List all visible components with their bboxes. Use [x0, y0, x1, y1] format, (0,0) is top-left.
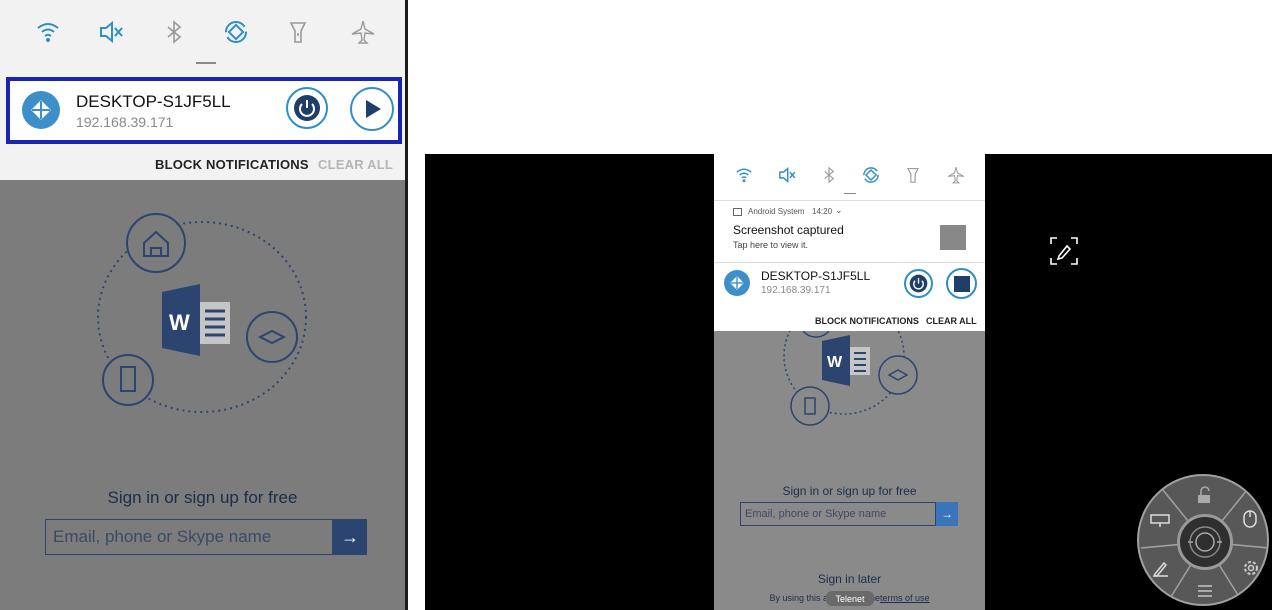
- auto-rotate-icon[interactable]: [222, 18, 250, 51]
- email-input-placeholder: Email, phone or Skype name: [53, 527, 272, 546]
- toast: Telenet: [826, 591, 874, 606]
- divider: [714, 200, 985, 201]
- email-submit-button[interactable]: →: [333, 519, 367, 555]
- notification-title: Screenshot captured: [733, 223, 844, 237]
- arrow-right-icon: →: [341, 526, 359, 547]
- arrow-right-icon: →: [941, 507, 953, 521]
- clear-all-link[interactable]: CLEAR ALL: [318, 157, 393, 172]
- unlock-icon[interactable]: [1191, 482, 1217, 508]
- terms-of-use-link[interactable]: terms of use: [880, 593, 930, 603]
- clear-all-link[interactable]: CLEAR ALL: [926, 316, 977, 326]
- email-input[interactable]: Email, phone or Skype name: [45, 519, 333, 555]
- screenshot-notification[interactable]: Android System 14:20 ⌄ Screenshot captur…: [714, 204, 985, 259]
- stop-icon: [953, 275, 970, 292]
- wifi-icon[interactable]: [734, 165, 754, 190]
- notification-source: Android System: [748, 207, 805, 216]
- airplane-mode-icon[interactable]: [349, 18, 377, 51]
- app-logo-icon: [22, 91, 60, 129]
- mouse-icon[interactable]: [1237, 506, 1263, 532]
- panel-divider: [405, 0, 408, 610]
- block-notifications-link[interactable]: BLOCK NOTIFICATIONS: [815, 316, 919, 326]
- right-phone-screen: W Sign in or sign up for free Email, pho…: [714, 154, 985, 610]
- flashlight-icon[interactable]: [284, 18, 312, 51]
- device-ip: 192.168.39.171: [76, 114, 174, 130]
- pencil-icon[interactable]: [1149, 556, 1173, 580]
- joystick-icon[interactable]: [1177, 514, 1233, 570]
- display-icon[interactable]: [1147, 508, 1173, 532]
- notification-subtitle: Tap here to view it.: [733, 240, 809, 250]
- email-submit-button[interactable]: →: [936, 502, 958, 526]
- shade-drag-handle[interactable]: [196, 62, 216, 64]
- settings-icon[interactable]: [1239, 556, 1263, 580]
- divider: [714, 262, 985, 263]
- device-name: DESKTOP-S1JF5LL: [761, 269, 871, 283]
- email-input-placeholder: Email, phone or Skype name: [745, 508, 887, 520]
- image-icon: [733, 208, 742, 216]
- screenshot-thumbnail: [940, 225, 966, 250]
- sign-in-prompt: Sign in or sign up for free: [107, 488, 298, 507]
- remote-desktop-notification[interactable]: DESKTOP-S1JF5LL 192.168.39.171: [6, 77, 402, 144]
- notification-shade: DESKTOP-S1JF5LL 192.168.39.171 BLOCK NOT…: [0, 0, 405, 180]
- power-icon: [294, 95, 320, 121]
- mute-icon[interactable]: [97, 18, 125, 51]
- power-button[interactable]: [904, 269, 933, 298]
- stop-button[interactable]: [946, 268, 977, 299]
- block-notifications-link[interactable]: BLOCK NOTIFICATIONS: [155, 157, 309, 172]
- airplane-mode-icon[interactable]: [946, 165, 966, 190]
- pen-icon: [1050, 237, 1078, 265]
- shade-drag-handle[interactable]: [844, 193, 856, 194]
- device-ip: 192.168.39.171: [761, 285, 831, 296]
- sign-in-prompt: Sign in or sign up for free: [782, 484, 917, 498]
- auto-rotate-icon[interactable]: [861, 165, 881, 190]
- email-input[interactable]: Email, phone or Skype name: [740, 502, 936, 526]
- left-phone-screen: W Sign in or sign up for free Email, pho…: [0, 0, 406, 610]
- pen-tool-button[interactable]: [1047, 234, 1081, 268]
- radial-control-menu[interactable]: [1137, 474, 1269, 606]
- remote-desktop-notification[interactable]: DESKTOP-S1JF5LL 192.168.39.171: [714, 264, 985, 304]
- mute-icon[interactable]: [777, 165, 797, 190]
- notification-time: 14:20: [812, 207, 833, 216]
- app-logo-icon: [724, 270, 750, 296]
- svg-text:W: W: [169, 310, 190, 335]
- chevron-down-icon[interactable]: ⌄: [835, 205, 843, 216]
- bluetooth-icon[interactable]: [160, 18, 188, 51]
- device-name: DESKTOP-S1JF5LL: [76, 92, 231, 111]
- power-button[interactable]: [286, 87, 328, 129]
- flashlight-icon[interactable]: [903, 165, 923, 190]
- play-button[interactable]: [350, 87, 394, 131]
- play-icon: [366, 100, 381, 118]
- toast-text: Telenet: [835, 593, 865, 604]
- notification-shade: Android System 14:20 ⌄ Screenshot captur…: [714, 154, 985, 331]
- wifi-icon[interactable]: [34, 18, 62, 51]
- svg-text:W: W: [827, 354, 843, 371]
- list-icon[interactable]: [1193, 580, 1217, 602]
- power-icon: [909, 274, 928, 293]
- bluetooth-icon[interactable]: [819, 165, 839, 190]
- sign-in-later-link[interactable]: Sign in later: [818, 572, 881, 586]
